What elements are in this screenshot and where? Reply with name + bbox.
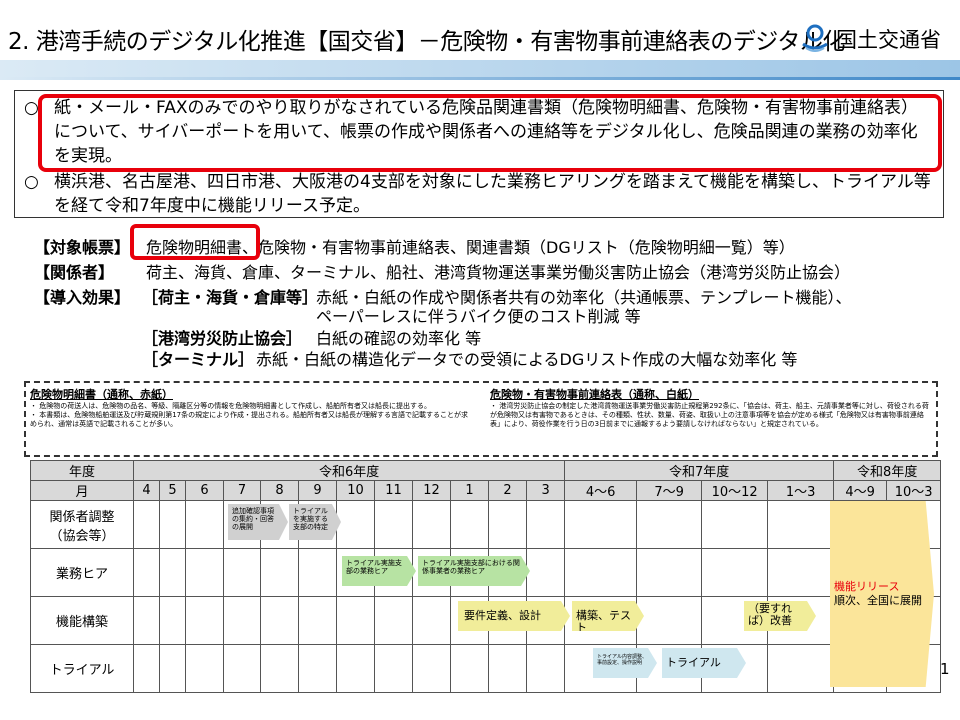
highlight-box bbox=[38, 94, 942, 172]
year-r7: 令和7年度 bbox=[564, 460, 835, 481]
effects-label: 【導入効果】 bbox=[34, 288, 131, 307]
month-cell: 12 bbox=[412, 480, 451, 501]
month-cell: 7 bbox=[223, 480, 261, 501]
summary-bullet-2: ○ 横浜港、名古屋港、四日市港、大阪港の4支部を対象にした業務ヒアリングを踏まえ… bbox=[24, 170, 936, 218]
stakeholders-label: 【関係者】 bbox=[34, 263, 115, 282]
month-cell: 4 bbox=[133, 480, 160, 501]
effect-3-text: 赤紙・白紙の構造化データでの受領によるDGリスト作成の大幅な効率化 等 bbox=[256, 350, 798, 369]
month-header-label: 月 bbox=[30, 480, 134, 501]
month-cell: 10～3 bbox=[886, 480, 942, 501]
logo-text: 国土交通省 bbox=[836, 28, 941, 52]
month-cell: 4～6 bbox=[564, 480, 638, 501]
month-cell: 3 bbox=[525, 480, 566, 501]
bar-coordination-2: トライアルを実施する支部の特定 bbox=[289, 504, 341, 540]
note-right-title: 危険物・有害物事前連絡表（通称、白紙） bbox=[490, 388, 699, 401]
month-cell: 10～12 bbox=[701, 480, 769, 501]
title-band bbox=[0, 60, 960, 80]
month-cell: 4～9 bbox=[833, 480, 888, 501]
highlight-box-target bbox=[130, 224, 260, 260]
bullet-marker: ○ bbox=[24, 172, 39, 192]
month-cell: 1～3 bbox=[767, 480, 835, 501]
month-cell: 10 bbox=[336, 480, 375, 501]
mlit-emblem-icon bbox=[802, 24, 828, 52]
month-cell: 7～9 bbox=[636, 480, 703, 501]
bullet-text: 横浜港、名古屋港、四日市港、大阪港の4支部を対象にした業務ヒアリングを踏まえて機… bbox=[54, 172, 931, 216]
bar-hearing-1: トライアル実施支部の業務ヒア bbox=[342, 556, 416, 586]
effect-1-head: ［荷主・海貨・倉庫等］ bbox=[142, 288, 319, 307]
row-label-coordination: 関係者調整 （協会等） bbox=[30, 500, 134, 549]
month-cell: 6 bbox=[185, 480, 224, 501]
row-label-trial: トライアル bbox=[30, 644, 134, 693]
month-cell: 1 bbox=[450, 480, 489, 501]
release-text: 順次、全国に展開 bbox=[834, 594, 922, 607]
year-r8: 令和8年度 bbox=[833, 460, 942, 481]
target-docs-label: 【対象帳票】 bbox=[34, 238, 131, 257]
note-left-title: 危険物明細書（通称、赤紙） bbox=[30, 388, 173, 401]
month-cell: 8 bbox=[260, 480, 299, 501]
month-cell: 11 bbox=[374, 480, 413, 501]
page-number: 1 bbox=[940, 660, 950, 678]
bar-build-1: 要件定義、設計 bbox=[458, 601, 570, 631]
bar-trial-2: トライアル bbox=[662, 648, 746, 678]
effect-3-head: ［ターミナル］ bbox=[142, 350, 255, 369]
ministry-logo: 国土交通省 bbox=[800, 22, 960, 54]
month-cell: 5 bbox=[159, 480, 186, 501]
effect-1-text2: ペーパーレスに伴うバイク便のコスト削減 等 bbox=[316, 307, 641, 326]
note-right-body: ・ 港湾労災防止協会の制定した港湾貨物運送事業労働災害防止規程第292条に、「協… bbox=[490, 402, 929, 428]
year-r6: 令和6年度 bbox=[132, 460, 566, 481]
bar-build-2: 構築、テスト bbox=[572, 601, 644, 631]
month-cell: 9 bbox=[298, 480, 337, 501]
page-title: 2. 港湾手続のデジタル化推進【国交省】－危険物・有害物事前連絡表のデジタル化 bbox=[8, 29, 845, 55]
bar-build-3: （要すれば）改善 bbox=[744, 601, 816, 631]
row-label-build: 機能構築 bbox=[30, 596, 134, 645]
row-label-hearing: 業務ヒア bbox=[30, 548, 134, 597]
stakeholders-value: 荷主、海貨、倉庫、ターミナル、船社、港湾貨物運送事業労働災害防止協会（港湾労災防… bbox=[146, 263, 851, 282]
bullet-marker: ○ bbox=[24, 98, 39, 118]
year-header-label: 年度 bbox=[30, 460, 134, 481]
month-cell: 2 bbox=[488, 480, 527, 501]
bar-trial-1: トライアル内容調整、事前設定、操作説明 bbox=[593, 648, 657, 678]
bar-coordination-1: 追加確認事項の集約・回答の展開 bbox=[228, 504, 288, 540]
bar-hearing-2: トライアル実施支部における関係事業者の業務ヒア bbox=[418, 556, 530, 586]
note-left-body: ・ 危険物の荷送人は、危険物の品名、等級、隔離区分等の情報を危険物明細書として作… bbox=[30, 402, 468, 428]
